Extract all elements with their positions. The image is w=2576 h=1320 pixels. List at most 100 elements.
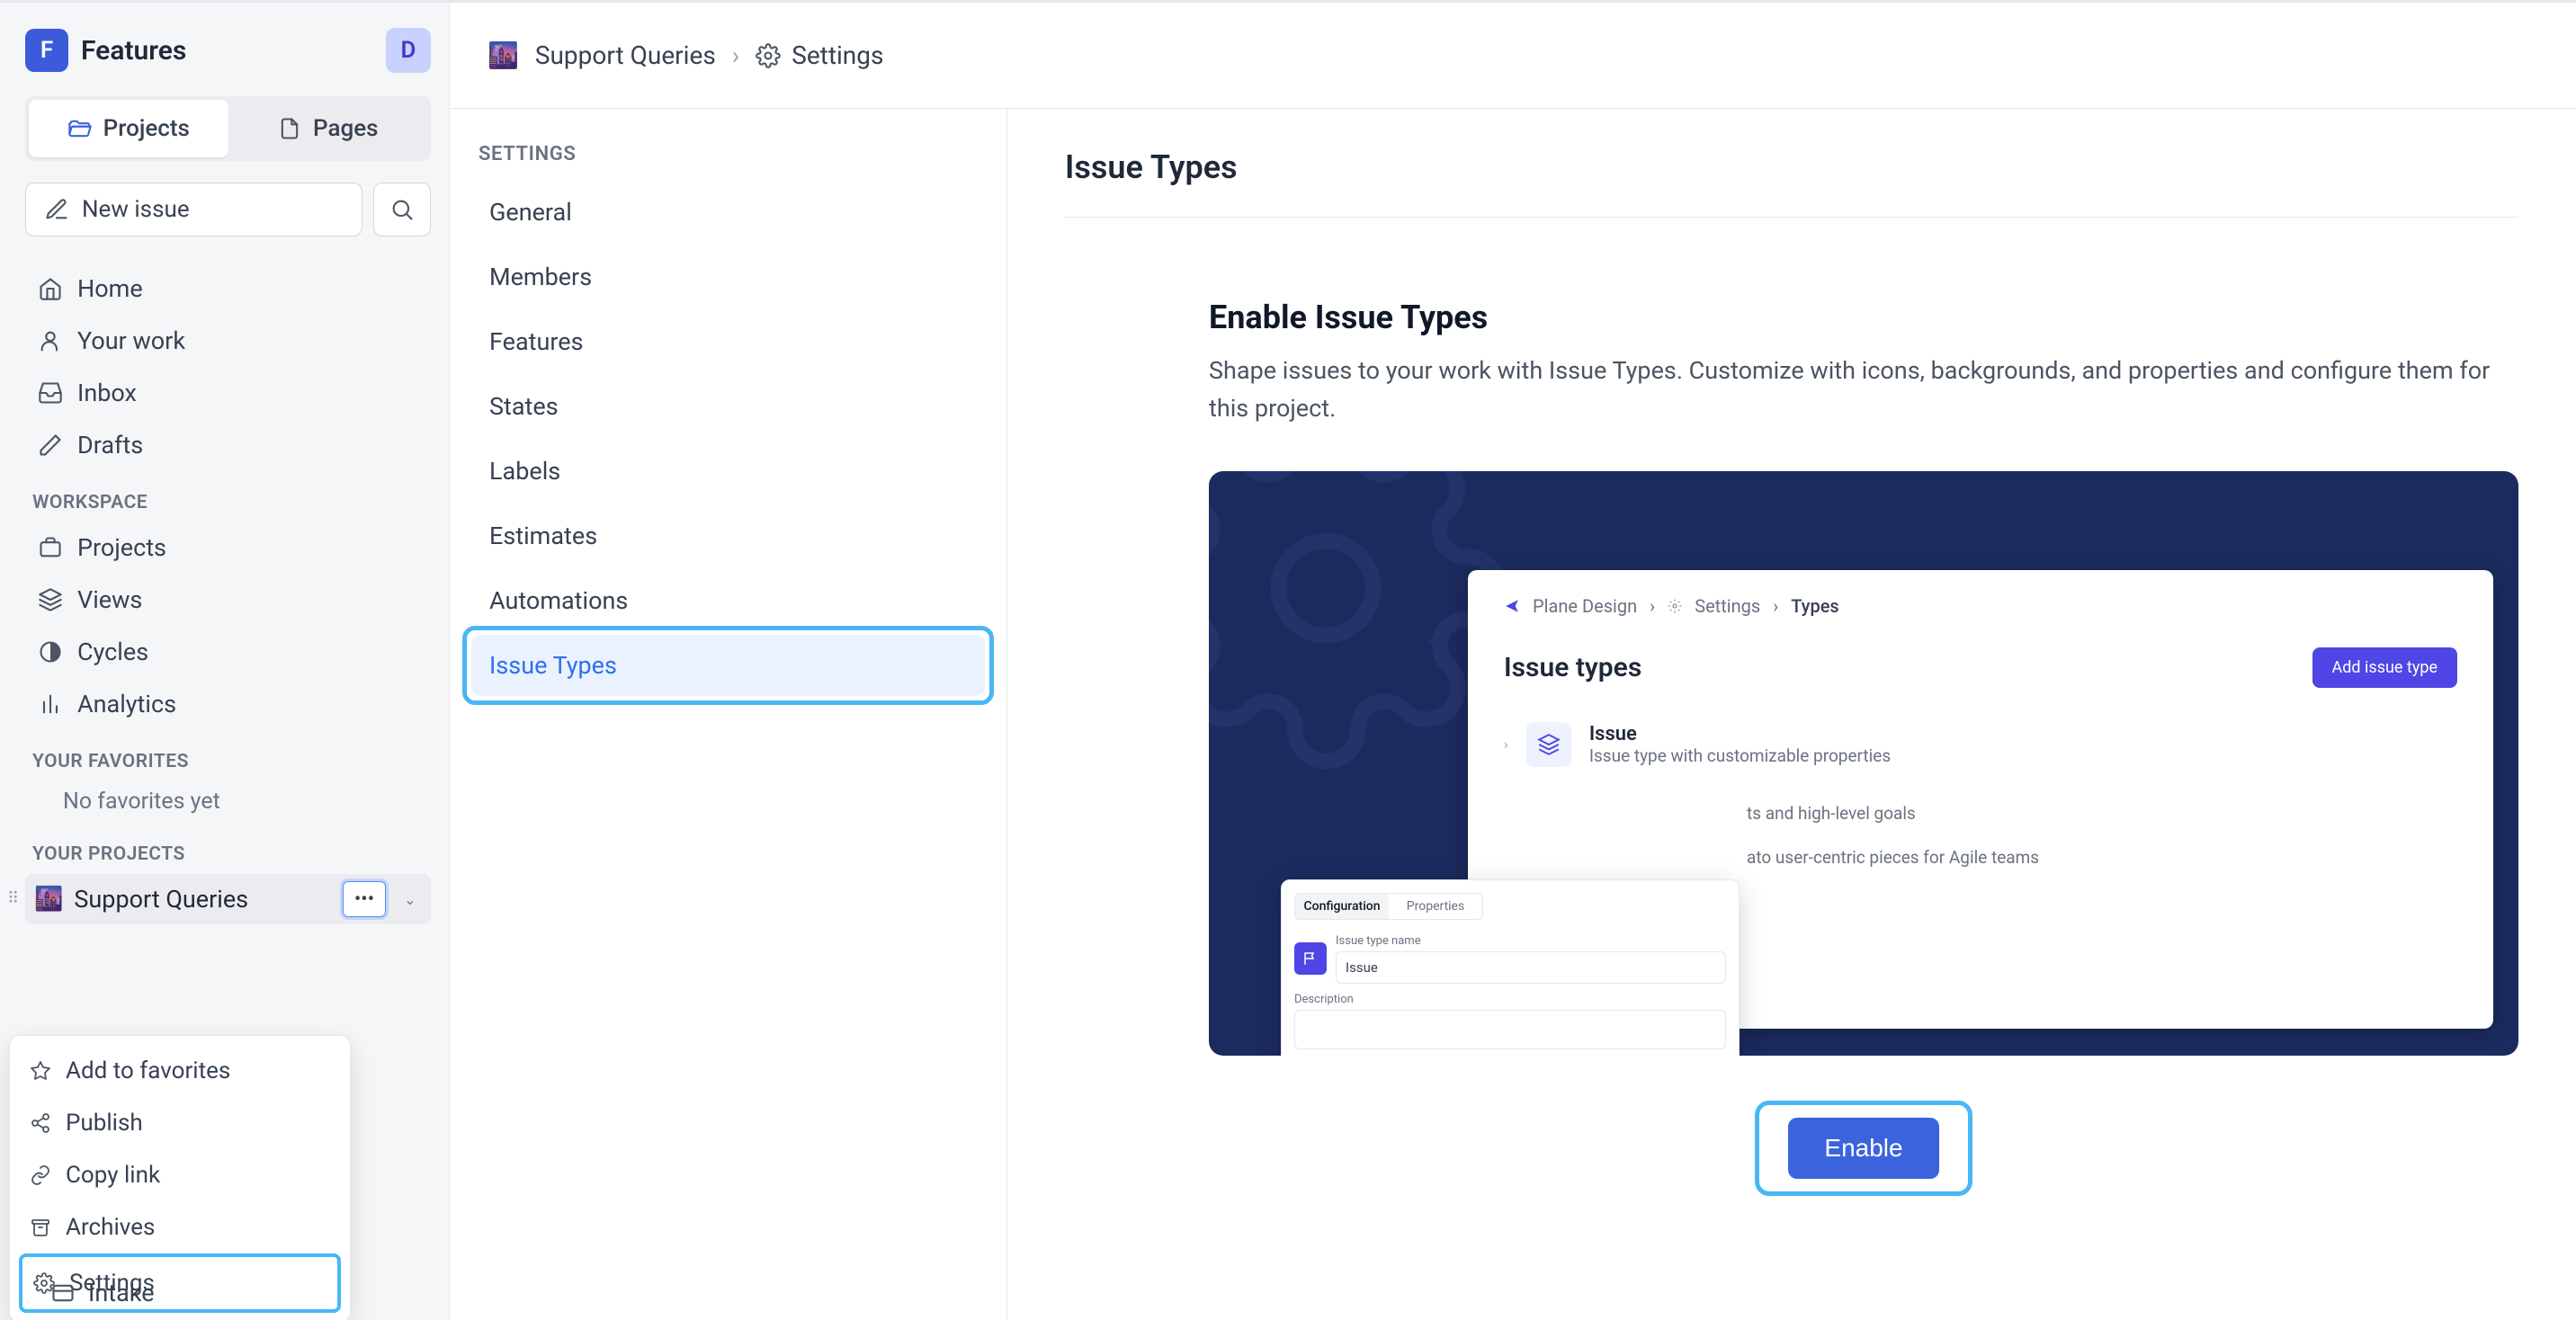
chevron-down-icon[interactable]: ⌄ — [397, 891, 424, 908]
preview-image: Plane Design › Settings › Types Issue ty… — [1209, 471, 2518, 1056]
nav-your-work-label: Your work — [77, 326, 185, 355]
toggle-projects[interactable]: Projects — [29, 100, 228, 157]
pv-crumb-types: Types — [1791, 595, 1839, 617]
ctx-copy-link-label: Copy link — [66, 1162, 160, 1189]
ctx-add-favorites-label: Add to favorites — [66, 1057, 230, 1084]
pv-label-desc: Description — [1294, 993, 1726, 1006]
pv-label-name: Issue type name — [1336, 934, 1726, 948]
subnav-issue-types[interactable]: Issue Types — [471, 635, 985, 696]
file-icon — [277, 116, 302, 141]
nav-home-label: Home — [77, 274, 143, 303]
nav-drafts-label: Drafts — [77, 431, 143, 459]
subnav-members[interactable]: Members — [471, 246, 985, 308]
ws-projects[interactable]: Projects — [25, 522, 431, 573]
ws-analytics-label: Analytics — [77, 690, 176, 718]
section-favorites: YOUR FAVORITES — [25, 731, 431, 780]
ctx-publish[interactable]: Publish — [19, 1097, 341, 1149]
star-icon — [30, 1060, 51, 1082]
page-title: Issue Types — [1065, 148, 2518, 218]
projects-pages-toggle: Projects Pages — [25, 96, 431, 161]
ws-analytics[interactable]: Analytics — [25, 679, 431, 729]
breadcrumb: 🌆 Support Queries › Settings — [450, 3, 2576, 109]
subnav-general[interactable]: General — [471, 182, 985, 243]
favorites-empty: No favorites yet — [25, 781, 431, 822]
toggle-pages-label: Pages — [313, 115, 379, 142]
pv-add-button: Add issue type — [2312, 647, 2457, 688]
workspace-name[interactable]: Features — [81, 35, 186, 67]
settings-subnav: SETTINGS General Members Features States… — [450, 109, 1007, 1320]
gear-icon — [756, 43, 781, 68]
section-workspace: WORKSPACE — [25, 472, 431, 521]
subnav-automations[interactable]: Automations — [471, 570, 985, 631]
project-support-queries[interactable]: ⠿ 🌆 Support Queries ••• ⌄ — [25, 874, 431, 924]
pv-tab-props: Properties — [1389, 894, 1482, 919]
subnav-estimates[interactable]: Estimates — [471, 505, 985, 566]
subnav-states[interactable]: States — [471, 376, 985, 437]
section-projects: YOUR PROJECTS — [25, 824, 431, 872]
nav-your-work[interactable]: Your work — [25, 316, 431, 366]
intake-label: Intake — [88, 1279, 155, 1307]
pv-line2: ato user-centric pieces for Agile teams — [1747, 847, 2457, 868]
gear-icon — [1668, 599, 1682, 613]
crumb-project-emoji: 🌆 — [487, 40, 519, 70]
sidebar: F Features D Projects Pages New issue — [0, 3, 450, 1320]
ctx-add-favorites[interactable]: Add to favorites — [19, 1045, 341, 1097]
flag-icon — [1294, 942, 1327, 975]
pv-issue-name: Issue — [1589, 723, 1891, 745]
preview-modal: Configuration Properties Issue type name… — [1281, 879, 1740, 1056]
pv-input-name: Issue — [1336, 951, 1726, 984]
contrast-icon — [38, 639, 63, 664]
nav-drafts[interactable]: Drafts — [25, 420, 431, 470]
sidebar-item-intake[interactable]: Intake — [50, 1279, 155, 1307]
archive-icon — [30, 1217, 51, 1238]
layers-icon — [1526, 722, 1571, 767]
workspace-avatar[interactable]: F — [25, 29, 68, 72]
ctx-archives[interactable]: Archives — [19, 1201, 341, 1253]
pv-line1: ts and high-level goals — [1747, 803, 2457, 824]
pv-crumb-settings: Settings — [1695, 595, 1760, 617]
new-issue-button[interactable]: New issue — [25, 183, 362, 236]
project-name: Support Queries — [74, 885, 332, 914]
subnav-features[interactable]: Features — [471, 311, 985, 372]
bar-chart-icon — [38, 691, 63, 717]
toggle-projects-label: Projects — [103, 115, 190, 142]
briefcase-icon — [38, 535, 63, 560]
pv-issue-sub: Issue type with customizable properties — [1589, 745, 1891, 766]
toggle-pages[interactable]: Pages — [228, 100, 428, 157]
enable-description: Shape issues to your work with Issue Typ… — [1209, 352, 2518, 428]
ws-projects-label: Projects — [77, 533, 166, 562]
layers-icon — [38, 587, 63, 612]
ws-cycles-label: Cycles — [77, 638, 148, 666]
nav-inbox-label: Inbox — [77, 379, 137, 407]
pencil-icon — [38, 433, 63, 458]
chevron-right-icon: › — [732, 40, 739, 70]
nav-inbox[interactable]: Inbox — [25, 368, 431, 418]
ws-views-label: Views — [77, 585, 142, 614]
share-icon — [30, 1112, 51, 1134]
enable-heading: Enable Issue Types — [1209, 299, 2518, 336]
crumb-project[interactable]: Support Queries — [535, 40, 716, 70]
nav-home[interactable]: Home — [25, 263, 431, 314]
home-icon — [38, 276, 63, 301]
drag-handle-icon[interactable]: ⠿ — [7, 896, 21, 903]
pv-tab-config: Configuration — [1295, 894, 1389, 919]
ws-views[interactable]: Views — [25, 575, 431, 625]
ctx-archives-label: Archives — [66, 1214, 155, 1241]
ws-cycles[interactable]: Cycles — [25, 627, 431, 677]
inbox-icon — [38, 380, 63, 406]
link-icon — [30, 1164, 51, 1186]
ctx-publish-label: Publish — [66, 1110, 143, 1137]
project-more-button[interactable]: ••• — [343, 881, 386, 917]
user-avatar[interactable]: D — [386, 28, 431, 73]
subnav-labels[interactable]: Labels — [471, 441, 985, 502]
edit-icon — [44, 197, 69, 222]
project-context-menu: Add to favorites Publish Copy link Archi… — [9, 1035, 351, 1320]
enable-button[interactable]: Enable — [1788, 1118, 1938, 1179]
search-button[interactable] — [373, 183, 431, 236]
plane-logo-icon — [1504, 598, 1520, 614]
enable-button-highlight: Enable — [1755, 1101, 1972, 1196]
ctx-copy-link[interactable]: Copy link — [19, 1149, 341, 1201]
new-issue-label: New issue — [82, 196, 190, 223]
intake-icon — [50, 1280, 76, 1306]
crumb-settings[interactable]: Settings — [792, 40, 883, 70]
